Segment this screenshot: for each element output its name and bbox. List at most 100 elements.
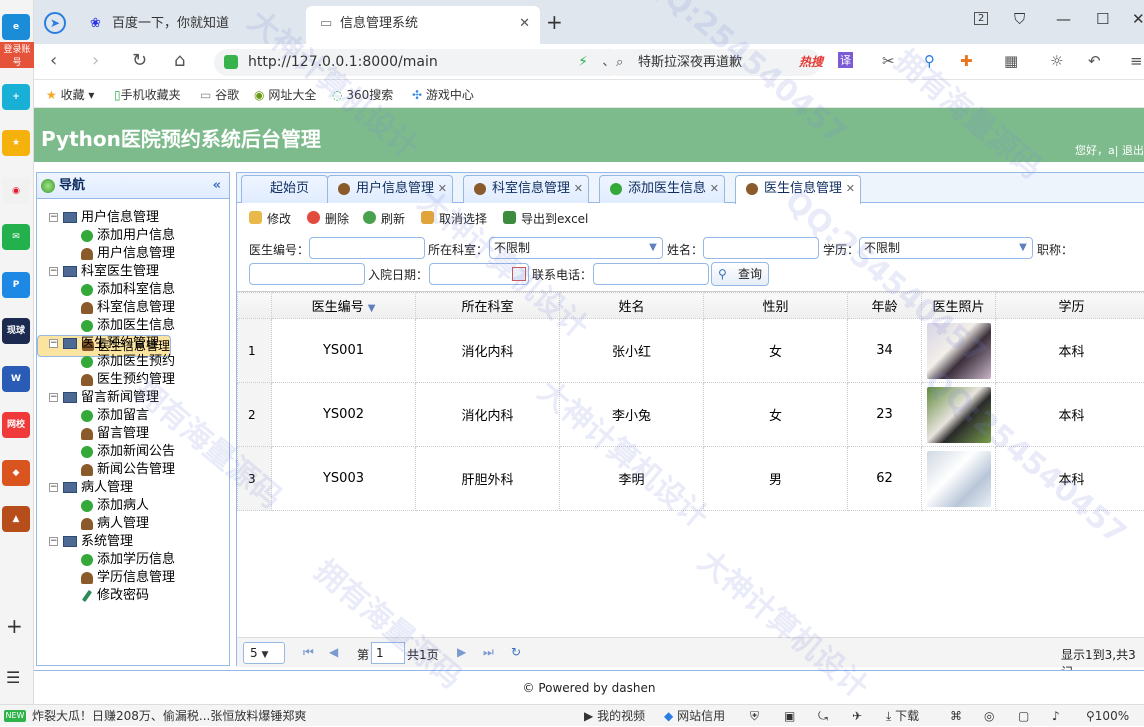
close-icon[interactable]: ✕ [846, 176, 855, 202]
mail-icon[interactable]: ✉ [2, 224, 30, 250]
nav-item[interactable]: 添加科室信息 [37, 281, 229, 299]
close-tab-icon[interactable]: ✕ [519, 6, 530, 42]
nav-group[interactable]: −医生预约管理 [37, 335, 229, 353]
nav-item[interactable]: 留言管理 [37, 425, 229, 443]
more-menu-icon[interactable]: ≡ [1130, 52, 1143, 70]
hot-search-badge[interactable]: 热搜 [799, 49, 823, 76]
prev-page-icon[interactable]: ◀ [329, 645, 338, 659]
close-icon[interactable]: ✕ [574, 176, 583, 202]
col-age[interactable]: 年龄 [848, 293, 922, 319]
edu-select[interactable]: 不限制▼ [859, 237, 1033, 259]
title-input[interactable] [249, 263, 365, 285]
nav-item[interactable]: 用户信息管理 [37, 245, 229, 263]
photo-woman-dress[interactable] [927, 323, 991, 379]
refresh-icon[interactable]: ↻ [511, 645, 521, 659]
word-icon[interactable]: W [2, 366, 30, 392]
close-icon[interactable]: ✕ [710, 176, 719, 202]
col-edu[interactable]: 学历 [996, 293, 1144, 319]
bookmark-games[interactable]: ✣ 游戏中心 [412, 86, 474, 103]
doctor-no-input[interactable] [309, 237, 425, 259]
brightness-icon[interactable]: ☼ [1050, 52, 1063, 70]
news-ticker[interactable]: 炸裂大瓜！日赚208万、偷漏税...张恒放料爆锤郑爽 [32, 705, 306, 727]
page-size-select[interactable]: 5 ▼ [243, 642, 285, 664]
cancel-select-button[interactable]: 取消选择 [421, 210, 487, 227]
nav-group[interactable]: −病人管理 [37, 479, 229, 497]
collapse-minus-icon[interactable]: − [49, 213, 58, 222]
game-app-icon[interactable]: ◆ [2, 460, 30, 486]
undo-icon[interactable]: ↶ [1088, 52, 1101, 70]
search-box[interactable]: ⌕ 特斯拉深夜再道歉 热搜 [606, 49, 821, 76]
nav-item[interactable]: 学历信息管理 [37, 569, 229, 587]
new-tab-icon[interactable]: + [546, 10, 563, 34]
translate-status-icon[interactable]: ⤿ [818, 705, 828, 727]
nav-group[interactable]: −用户信息管理 [37, 209, 229, 227]
p-app-icon[interactable]: P [2, 272, 30, 298]
url-input[interactable]: http://127.0.0.1:8000/main ⚡ ⌄ [214, 49, 624, 76]
nav-item[interactable]: 科室信息管理 [37, 299, 229, 317]
tab-counter[interactable]: 2 [974, 12, 988, 25]
nav-item[interactable]: 添加病人 [37, 497, 229, 515]
table-row[interactable]: 2YS002消化内科李小兔女23本科 [238, 383, 1144, 447]
calendar-icon[interactable] [512, 267, 526, 281]
star-app-icon[interactable]: ★ [2, 130, 30, 156]
image-icon[interactable]: ▣ [784, 705, 795, 727]
sound-icon[interactable]: ♪ [1052, 705, 1060, 727]
ie-mode-icon[interactable]: ◎ [984, 705, 994, 727]
next-page-icon[interactable]: ▶ [457, 645, 466, 659]
nav-item[interactable]: 修改密码 [37, 587, 229, 605]
nav-item[interactable]: 添加学历信息 [37, 551, 229, 569]
double-chevron-left-icon[interactable]: « [213, 173, 221, 198]
scissors-icon[interactable]: ✂ [882, 52, 895, 70]
zoom-level[interactable]: ⚲100% [1086, 705, 1129, 727]
reload-icon[interactable]: ↻ [132, 50, 147, 71]
browser-tab-info[interactable]: ▭ 信息管理系统 ✕ [306, 6, 540, 44]
ie-icon[interactable]: e [2, 14, 30, 40]
plus-app-icon[interactable]: + [2, 84, 30, 110]
collapse-minus-icon[interactable]: − [49, 537, 58, 546]
edit-button[interactable]: 修改 [249, 210, 291, 227]
close-window-icon[interactable]: ✕ [1132, 10, 1144, 28]
user-logout-link[interactable]: 您好，a| 退出 [1075, 142, 1144, 158]
gamepad-icon[interactable]: ✚ [960, 52, 973, 70]
phone-input[interactable] [593, 263, 709, 285]
home-icon[interactable]: ⌂ [174, 50, 185, 71]
export-excel-button[interactable]: 导出到excel [503, 210, 588, 227]
nav-item[interactable]: 添加用户信息 [37, 227, 229, 245]
menu-icon[interactable]: ☰ [6, 668, 20, 687]
refresh-button[interactable]: 刷新 [363, 210, 405, 227]
dept-select[interactable]: 不限制▼ [489, 237, 663, 259]
first-page-icon[interactable]: ⏮ [303, 645, 314, 660]
login-account-label[interactable]: 登录账号 [0, 42, 34, 68]
speed-icon[interactable]: ✈ [852, 705, 862, 727]
content-tab[interactable]: 科室信息管理✕ [463, 175, 589, 203]
content-tab[interactable]: 起始页 [241, 175, 328, 203]
browser-tab-baidu[interactable]: ❀ 百度一下，你就知道 [78, 6, 304, 44]
col-dept[interactable]: 所在科室 [416, 293, 560, 319]
news-app-icon[interactable]: 现球 [2, 318, 30, 344]
last-page-icon[interactable]: ⏭ [483, 645, 494, 660]
col-photo[interactable]: 医生照片 [922, 293, 996, 319]
content-tab[interactable]: 添加医生信息✕ [599, 175, 725, 203]
weibo-icon[interactable]: ◉ [2, 178, 30, 204]
shield-status-icon[interactable]: ⛨ [750, 705, 759, 727]
screenshot-icon[interactable]: ⌘ [950, 705, 962, 727]
query-button[interactable]: ⚲查询 [711, 262, 769, 286]
apps-grid-icon[interactable]: ▦ [1004, 52, 1018, 70]
nav-group[interactable]: −留言新闻管理 [37, 389, 229, 407]
bookmark-mobile[interactable]: ▯手机收藏夹 [114, 86, 181, 103]
my-video-button[interactable]: ▶ 我的视频 [584, 705, 645, 727]
photo-woman-outdoor[interactable] [927, 387, 991, 443]
maximize-icon[interactable]: ☐ [1096, 10, 1109, 28]
nav-item[interactable]: 病人管理 [37, 515, 229, 533]
window-icon[interactable]: ▢ [1018, 705, 1029, 727]
nav-group[interactable]: −科室医生管理 [37, 263, 229, 281]
col-doctor-no[interactable]: 医生编号 ▼ [272, 293, 416, 319]
shop-app-icon[interactable]: 网校 [2, 412, 30, 438]
bookmark-sites[interactable]: ◉ 网址大全 [254, 86, 316, 103]
nav-item[interactable]: 新闻公告管理 [37, 461, 229, 479]
photo-doctors[interactable] [927, 451, 991, 507]
col-sex[interactable]: 性别 [704, 293, 848, 319]
join-date-input[interactable] [429, 263, 529, 285]
magnifier-icon[interactable]: ⚲ [924, 52, 935, 70]
download-button[interactable]: ⤓ 下载 [886, 705, 919, 727]
